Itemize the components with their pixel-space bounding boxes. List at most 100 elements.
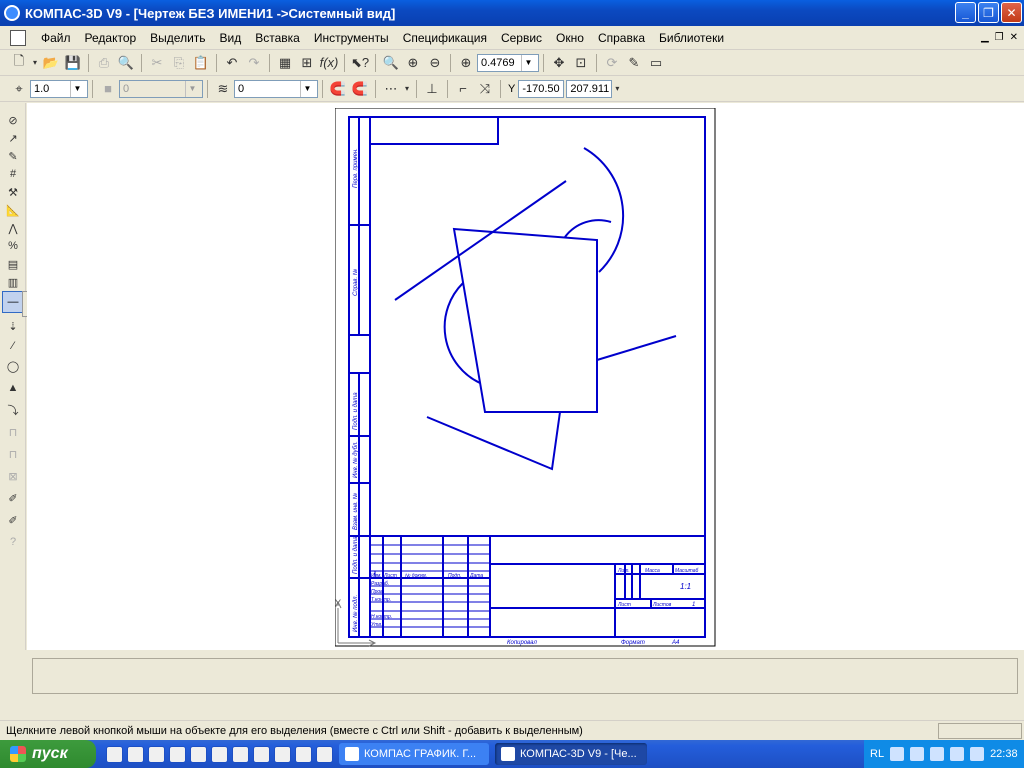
menu-select[interactable]: Выделить <box>143 31 212 45</box>
quicklaunch-icon[interactable] <box>148 745 165 763</box>
select-icon[interactable]: ⋀ <box>4 219 22 237</box>
cut-icon[interactable]: ✂ <box>146 52 168 74</box>
pan-icon[interactable]: ✥ <box>548 52 570 74</box>
restore-button[interactable]: ❐ <box>978 2 999 23</box>
redo-icon[interactable]: ↷ <box>243 52 265 74</box>
language-indicator[interactable]: RL <box>870 748 884 760</box>
new-dropdown-icon[interactable]: ▾ <box>30 52 40 74</box>
menu-file[interactable]: Файл <box>34 31 78 45</box>
chamfer-icon[interactable]: ✐ <box>4 489 22 507</box>
variables-icon[interactable]: f(x) <box>318 52 340 74</box>
ortho-icon[interactable]: ⌐ <box>452 78 474 100</box>
menu-edit[interactable]: Редактор <box>78 31 144 45</box>
kompas-app-icon[interactable] <box>4 5 20 21</box>
layers-icon[interactable]: ≋ <box>212 78 234 100</box>
quicklaunch-icon[interactable] <box>316 745 333 763</box>
quicklaunch-icon[interactable] <box>295 745 312 763</box>
show-all-icon[interactable]: ⊡ <box>570 52 592 74</box>
dimensions-icon[interactable]: ↗ <box>4 129 22 147</box>
edit-icon[interactable]: # <box>4 165 22 183</box>
fill-icon[interactable]: ▲ <box>4 379 22 397</box>
taskbar-button-kompas[interactable]: КОМПАС-3D V9 - [Че... <box>495 743 647 765</box>
save-icon[interactable]: 💾 <box>62 52 84 74</box>
reports-icon[interactable]: ▤ <box>4 255 22 273</box>
spec-icon[interactable]: % <box>4 237 22 255</box>
cursor-y-field[interactable]: 207.911 <box>566 79 613 98</box>
quicklaunch-icon[interactable] <box>106 745 123 763</box>
zoom-in-icon[interactable]: ⊕ <box>402 52 424 74</box>
layout-icon[interactable]: ▭ <box>645 52 667 74</box>
tray-icon[interactable] <box>950 747 965 761</box>
menu-libraries[interactable]: Библиотеки <box>652 31 731 45</box>
chevron-down-icon[interactable]: ▼ <box>300 80 314 97</box>
geometry-icon[interactable]: ⊘ <box>4 111 22 129</box>
quicklaunch-icon[interactable] <box>253 745 270 763</box>
circle-icon[interactable]: ◯ <box>4 357 22 375</box>
help-pointer-icon[interactable]: ⬉? <box>349 52 371 74</box>
mdi-restore-icon[interactable]: ❐ <box>995 32 1004 43</box>
title-bar[interactable]: КОМПАС-3D V9 - [Чертеж БЕЗ ИМЕНИ1 ->Сист… <box>0 0 1024 26</box>
zoom-field[interactable]: 0.4769 ▼ <box>477 53 539 72</box>
layer-field[interactable]: 0 ▼ <box>234 79 318 98</box>
taskbar-button-word[interactable]: КОМПАС ГРАФИК. Г... <box>339 743 489 765</box>
zoom-window-icon[interactable]: 🔍 <box>380 52 402 74</box>
cursor-x-field[interactable]: -170.50 <box>518 79 565 98</box>
start-button[interactable]: пуск <box>0 740 96 768</box>
tray-icon[interactable] <box>930 747 945 761</box>
open-icon[interactable]: 📂 <box>40 52 62 74</box>
help-icon[interactable]: ? <box>4 533 22 551</box>
internet-explorer-icon[interactable] <box>127 745 144 763</box>
quicklaunch-icon[interactable] <box>190 745 207 763</box>
tray-icon[interactable] <box>890 747 905 761</box>
menu-view[interactable]: Вид <box>213 31 249 45</box>
network-icon[interactable] <box>910 747 925 761</box>
chevron-down-icon[interactable]: ▼ <box>185 80 199 97</box>
refresh-icon[interactable]: ⟳ <box>601 52 623 74</box>
rect-icon[interactable]: ⊓ <box>4 423 22 441</box>
snap-icon[interactable]: 🧲 <box>327 78 349 100</box>
menu-insert[interactable]: Вставка <box>248 31 307 45</box>
paste-icon[interactable]: 📋 <box>190 52 212 74</box>
copy-icon[interactable]: ⎘ <box>168 52 190 74</box>
tray-icon[interactable] <box>970 747 985 761</box>
spline-icon[interactable]: ⊠ <box>4 467 22 485</box>
mdi-minimize-icon[interactable]: ▁ <box>981 32 989 43</box>
word-icon[interactable] <box>211 745 228 763</box>
print-icon[interactable]: ⎙ <box>93 52 115 74</box>
step-field[interactable]: 1.0 ▼ <box>30 79 88 98</box>
print-preview-icon[interactable]: 🔍 <box>115 52 137 74</box>
grid-dropdown-icon[interactable]: ▾ <box>402 78 412 100</box>
local-cs-icon[interactable]: ⊥ <box>421 78 443 100</box>
undo-icon[interactable]: ↶ <box>221 52 243 74</box>
close-button[interactable]: ✕ <box>1001 2 1022 23</box>
grid-icon[interactable]: ⋯ <box>380 78 402 100</box>
property-panel-inner[interactable] <box>32 658 1018 694</box>
minimize-button[interactable]: _ <box>955 2 976 23</box>
zoom-scale-icon[interactable]: ⊕ <box>455 52 477 74</box>
menu-service[interactable]: Сервис <box>494 31 549 45</box>
quicklaunch-icon[interactable] <box>232 745 249 763</box>
quicklaunch-icon[interactable] <box>169 745 186 763</box>
point-icon[interactable]: ⇣ <box>4 317 22 335</box>
document-icon[interactable] <box>10 29 26 46</box>
clock[interactable]: 22:38 <box>990 748 1018 760</box>
chevron-down-icon[interactable]: ▼ <box>521 54 535 71</box>
segment-tool-button[interactable]: — <box>2 291 24 313</box>
round-icon[interactable]: ⤨ <box>474 78 496 100</box>
drawing-canvas[interactable]: Перв. примен. Справ. № Подп. и дата Инв.… <box>27 103 1024 650</box>
chevron-down-icon[interactable]: ▼ <box>70 80 84 97</box>
parametrization-icon[interactable]: ⚒ <box>4 183 22 201</box>
menu-window[interactable]: Окно <box>549 31 591 45</box>
tree-icon[interactable]: ⊞ <box>296 52 318 74</box>
step-icon[interactable]: ⌖ <box>8 78 30 100</box>
polygon-icon[interactable]: ⊓ <box>4 445 22 463</box>
arc-icon[interactable]: ⤵ <box>4 401 22 419</box>
fillet-icon[interactable]: ✐ <box>4 511 22 529</box>
measure-icon[interactable]: 📐 <box>4 201 22 219</box>
coord-dropdown-icon[interactable]: ▾ <box>612 78 622 100</box>
manager-icon[interactable]: ▦ <box>274 52 296 74</box>
quicklaunch-icon[interactable] <box>274 745 291 763</box>
menu-tools[interactable]: Инструменты <box>307 31 396 45</box>
properties-icon[interactable]: ✎ <box>623 52 645 74</box>
mdi-close-icon[interactable]: ✕ <box>1010 32 1018 43</box>
